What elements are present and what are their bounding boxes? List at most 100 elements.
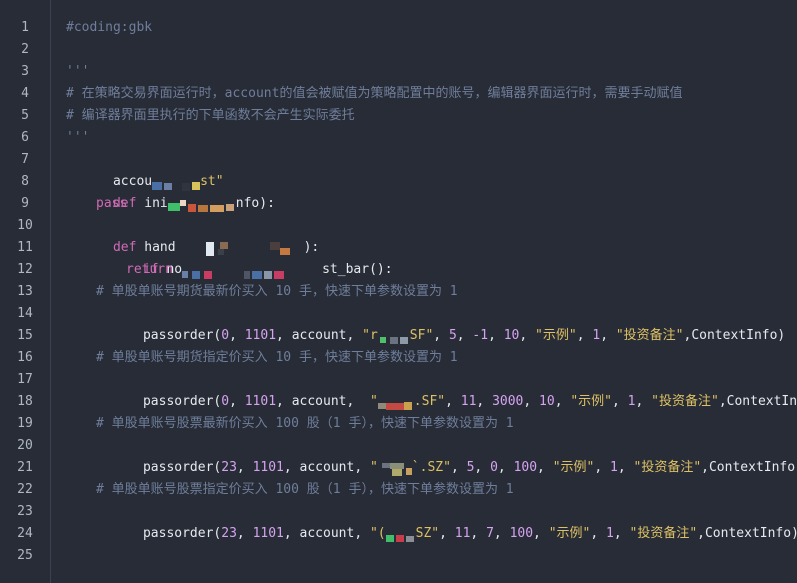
- redacted-block: [182, 265, 322, 279]
- code-token: ini: [144, 196, 168, 211]
- code-token: ,ContextInfo): [697, 526, 797, 541]
- code-token: 10: [503, 328, 520, 343]
- code-token: , account,: [283, 460, 370, 475]
- code-token: ,: [456, 328, 473, 343]
- line-number: 20: [17, 438, 33, 453]
- line-number: 24: [17, 526, 33, 541]
- line-number: 7: [21, 152, 29, 167]
- code-line-23: passorder(23, 1101, account, "(SZ", 11, …: [96, 501, 797, 542]
- redacted-block: [378, 331, 410, 344]
- code-token: ,: [537, 460, 553, 475]
- code-token: ,: [236, 526, 253, 541]
- code-token: ,: [617, 460, 634, 475]
- code-token: ,: [445, 394, 461, 409]
- code-line-14: passorder(0, 1101, account, "r SF", 5, -1…: [96, 303, 785, 344]
- code-line-16: # 单股单账号期货指定价买入 10 手，快速下单参数设置为 1: [96, 350, 458, 365]
- code-token: "示例": [552, 460, 595, 475]
- code-token: ,: [493, 526, 510, 541]
- code-token: ,: [576, 328, 593, 343]
- code-token: "投资备注": [629, 526, 698, 541]
- code-token: ,: [439, 526, 455, 541]
- code-line-12: return: [126, 262, 173, 277]
- line-number: 2: [21, 42, 29, 57]
- code-token: "投资备注": [633, 460, 702, 475]
- code-token: 23: [221, 460, 237, 475]
- code-token: ,: [519, 328, 536, 343]
- code-token: ": [362, 394, 378, 409]
- line-number: 8: [21, 174, 29, 189]
- code-token: ,: [523, 394, 540, 409]
- code-token: passorder(: [142, 460, 222, 475]
- line-number: 10: [17, 218, 33, 233]
- line-number: 13: [17, 284, 33, 299]
- code-line-8: def ini nfo):: [66, 171, 275, 212]
- code-token: .SF": [413, 394, 446, 409]
- code-area[interactable]: #coding:gbk ''' # 在策略交易界面运行时，account的值会被…: [51, 0, 797, 583]
- line-number: 15: [17, 328, 33, 343]
- line-number: 17: [17, 372, 33, 387]
- code-token: 1101: [252, 460, 284, 475]
- code-token: ,ContextInfo): [718, 394, 797, 409]
- code-token: ,: [635, 394, 652, 409]
- code-token: , account,: [276, 394, 363, 409]
- code-token: 1: [627, 394, 636, 409]
- code-token: ": [369, 460, 378, 475]
- line-number-gutter: 1 2 3 4 5 6 7 8 9 10 11 12 13 14 15 16 17 18 19 20 21 22 23 24 2…: [0, 0, 51, 583]
- code-token: 0: [490, 460, 498, 475]
- code-token: 11: [460, 394, 477, 409]
- code-token: ,: [236, 460, 253, 475]
- code-token: 3000: [492, 394, 524, 409]
- code-token: 100: [509, 526, 534, 541]
- code-token: 11: [454, 526, 471, 541]
- code-line-7: accou st": [66, 149, 224, 191]
- code-token: "投资备注": [651, 394, 719, 409]
- code-token: 100: [513, 460, 538, 475]
- code-token: ,: [554, 394, 571, 409]
- line-number: 1: [21, 20, 29, 35]
- redacted-block: [377, 397, 414, 410]
- code-token: 1101: [252, 526, 284, 541]
- code-line-3: ''': [66, 64, 90, 79]
- code-token: ,: [497, 460, 514, 475]
- code-line-1: #coding:gbk: [66, 20, 153, 35]
- line-number: 6: [21, 130, 29, 145]
- code-token: 1: [592, 328, 601, 343]
- line-number: 25: [17, 548, 33, 563]
- code-token: ,: [229, 328, 245, 343]
- code-token: ,: [433, 328, 449, 343]
- code-token: ,: [450, 460, 467, 475]
- code-token: ,: [476, 394, 493, 409]
- code-token: 1: [610, 460, 618, 475]
- code-token: 23: [221, 526, 237, 541]
- code-token: ,ContextInfo): [683, 328, 786, 343]
- code-token: ,: [533, 526, 549, 541]
- line-number: 3: [21, 64, 29, 79]
- code-line-13: # 单股单账号期货最新价买入 10 手，快速下单参数设置为 1: [96, 284, 458, 299]
- code-line-6: ''': [66, 130, 90, 145]
- code-token: ,: [474, 460, 491, 475]
- code-token: "示例": [535, 328, 577, 343]
- line-number: 5: [21, 108, 29, 123]
- code-line-10: def hand):: [66, 215, 319, 256]
- line-number: 9: [21, 196, 29, 211]
- code-token: , account,: [276, 328, 363, 343]
- code-token: st_bar():: [322, 262, 393, 277]
- code-token: 5: [448, 328, 457, 343]
- code-token: ,: [613, 526, 630, 541]
- code-token: SZ": [415, 526, 440, 541]
- code-token: nfo):: [235, 196, 275, 211]
- line-number: 16: [17, 350, 33, 365]
- code-token: "(: [369, 526, 386, 541]
- code-editor[interactable]: 1 2 3 4 5 6 7 8 9 10 11 12 13 14 15 16 17 18 19 20 21 22 23 24 2…: [0, 0, 797, 583]
- code-token: 0: [221, 328, 230, 343]
- code-token: ,: [600, 328, 616, 343]
- code-line-17: passorder(0, 1101, account, " .SF", 11, 3…: [96, 369, 797, 410]
- code-token: ,: [594, 460, 611, 475]
- code-token: 0: [221, 394, 230, 409]
- code-token: `.SZ": [411, 460, 451, 475]
- code-token: ,: [470, 526, 487, 541]
- code-token: "投资备注": [615, 328, 684, 343]
- code-token: "示例": [570, 394, 613, 409]
- line-number: 14: [17, 306, 33, 321]
- code-token: ,: [612, 394, 628, 409]
